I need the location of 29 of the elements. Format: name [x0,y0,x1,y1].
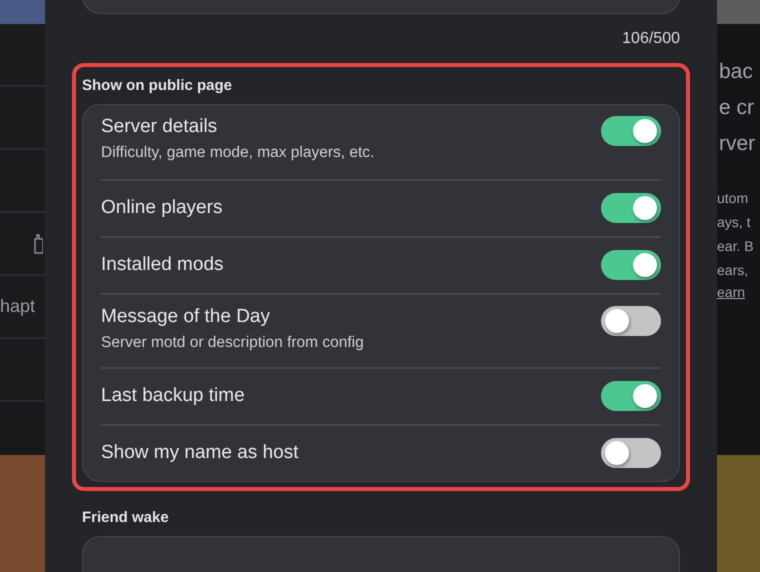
option-label: Last backup time [101,385,245,408]
option-description: Server motd or description from config [101,334,364,352]
sidebar-text: hapt [0,296,36,317]
toggle-switch[interactable] [601,116,661,146]
paragraph-text: ays, t [717,213,752,232]
paragraph-text: bac [719,59,754,85]
learn-link[interactable]: earn [717,282,746,302]
paragraph-text: ear. B [717,237,755,256]
toggle-switch[interactable] [601,250,661,280]
paragraph-text: ears, [717,261,750,280]
option-label: Show my name as host [101,442,298,464]
character-counter: 106/500 [622,30,680,48]
paragraph-text: utom [717,189,750,208]
option-description: Difficulty, game mode, max players, etc. [101,144,374,162]
option-label: Message of the Day [101,306,271,328]
option-label: Installed mods [101,254,224,276]
section-title: Show on public page [82,76,233,94]
option-label: Server details [101,116,218,138]
paragraph-text: e cr [719,95,756,121]
toggle-switch[interactable] [601,438,661,468]
paragraph-text: rver [719,131,756,157]
header-bar [0,0,45,24]
section-title: Friend wake [82,508,170,526]
toggle-switch[interactable] [601,306,661,336]
input-field[interactable] [82,536,680,572]
header-bar [717,0,760,24]
toggle-switch[interactable] [601,381,661,412]
toggle-switch[interactable] [601,193,661,224]
option-label: Online players [101,197,222,220]
